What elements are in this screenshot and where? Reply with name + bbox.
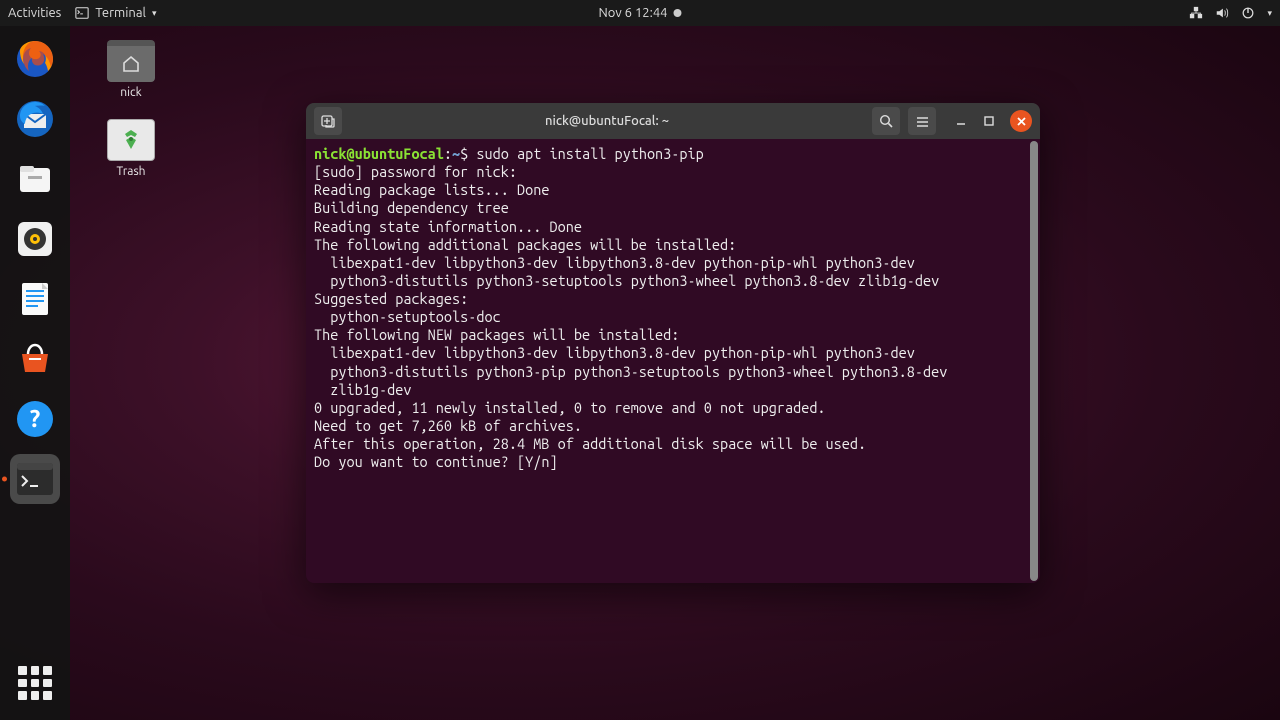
desktop-icons: nick Trash	[95, 40, 167, 178]
dock-files[interactable]	[10, 154, 60, 204]
dock-thunderbird[interactable]	[10, 94, 60, 144]
files-icon	[14, 158, 56, 200]
terminal-output-line: The following additional packages will b…	[314, 236, 1032, 254]
dock-rhythmbox[interactable]	[10, 214, 60, 264]
power-icon[interactable]	[1241, 6, 1255, 20]
terminal-output-line: After this operation, 28.4 MB of additio…	[314, 435, 1032, 453]
apps-grid-icon	[18, 666, 52, 700]
terminal-output-line: 0 upgraded, 11 newly installed, 0 to rem…	[314, 399, 1032, 417]
new-tab-icon	[320, 113, 336, 129]
thunderbird-icon	[14, 98, 56, 140]
terminal-body[interactable]: nick@ubuntuFocal:~$ sudo apt install pyt…	[306, 139, 1040, 583]
help-icon: ?	[14, 398, 56, 440]
terminal-output-line: python3-distutils python3-setuptools pyt…	[314, 272, 1032, 290]
terminal-output-line: Do you want to continue? [Y/n]	[314, 453, 1032, 471]
terminal-output-line: Need to get 7,260 kB of archives.	[314, 417, 1032, 435]
dock-terminal[interactable]	[10, 454, 60, 504]
minimize-icon	[955, 115, 967, 127]
app-menu-label: Terminal	[95, 6, 146, 20]
dock-libreoffice[interactable]	[10, 274, 60, 324]
search-button[interactable]	[872, 107, 900, 135]
software-icon	[14, 338, 56, 380]
dock-show-apps[interactable]	[10, 658, 60, 708]
system-menu-chevron-icon[interactable]: ▾	[1267, 8, 1272, 19]
terminal-output-line: libexpat1-dev libpython3-dev libpython3.…	[314, 254, 1032, 272]
dock-help[interactable]: ?	[10, 394, 60, 444]
new-tab-button[interactable]	[314, 107, 342, 135]
dock-software[interactable]	[10, 334, 60, 384]
maximize-button[interactable]	[982, 114, 996, 128]
app-menu[interactable]: Terminal ▾	[75, 6, 156, 20]
close-button[interactable]	[1010, 110, 1032, 132]
dock-firefox[interactable]	[10, 34, 60, 84]
terminal-title: nick@ubuntuFocal: ~	[342, 114, 872, 128]
network-icon[interactable]	[1189, 6, 1203, 20]
volume-icon[interactable]	[1215, 6, 1229, 20]
terminal-icon	[75, 6, 89, 20]
desktop-home-folder[interactable]: nick	[95, 40, 167, 99]
dock: ?	[0, 26, 70, 720]
svg-text:?: ?	[30, 405, 41, 432]
close-icon	[1016, 116, 1027, 127]
terminal-command: sudo apt install python3-pip	[476, 145, 703, 162]
terminal-window: nick@ubuntuFocal: ~ nick@ubuntuFo	[306, 103, 1040, 583]
document-icon	[14, 278, 56, 320]
minimize-button[interactable]	[954, 114, 968, 128]
terminal-output-line: python-setuptools-doc	[314, 308, 1032, 326]
desktop-home-label: nick	[120, 86, 141, 99]
music-icon	[14, 218, 56, 260]
menu-button[interactable]	[908, 107, 936, 135]
terminal-app-icon	[16, 462, 54, 496]
terminal-output-line: The following NEW packages will be insta…	[314, 326, 1032, 344]
terminal-output: [sudo] password for nick:Reading package…	[314, 163, 1032, 471]
desktop-trash-label: Trash	[116, 165, 145, 178]
notification-indicator-icon[interactable]	[674, 9, 682, 17]
desktop-trash[interactable]: Trash	[95, 119, 167, 178]
terminal-output-line: Building dependency tree	[314, 199, 1032, 217]
maximize-icon	[983, 115, 995, 127]
terminal-titlebar[interactable]: nick@ubuntuFocal: ~	[306, 103, 1040, 139]
terminal-output-line: Reading state information... Done	[314, 218, 1032, 236]
search-icon	[879, 114, 894, 129]
terminal-prompt-line: nick@ubuntuFocal:~$ sudo apt install pyt…	[314, 145, 1032, 163]
clock[interactable]: Nov 6 12:44	[598, 6, 667, 20]
trash-icon	[107, 119, 155, 161]
firefox-icon	[14, 38, 56, 80]
terminal-output-line: libexpat1-dev libpython3-dev libpython3.…	[314, 344, 1032, 362]
home-folder-icon	[107, 40, 155, 82]
activities-button[interactable]: Activities	[8, 6, 61, 20]
terminal-output-line: [sudo] password for nick:	[314, 163, 1032, 181]
terminal-output-line: Reading package lists... Done	[314, 181, 1032, 199]
terminal-output-line: Suggested packages:	[314, 290, 1032, 308]
chevron-down-icon: ▾	[152, 8, 157, 19]
terminal-output-line: zlib1g-dev	[314, 381, 1032, 399]
top-bar: Activities Terminal ▾ Nov 6 12:44 ▾	[0, 0, 1280, 26]
hamburger-icon	[915, 114, 930, 129]
terminal-output-line: python3-distutils python3-pip python3-se…	[314, 363, 1032, 381]
